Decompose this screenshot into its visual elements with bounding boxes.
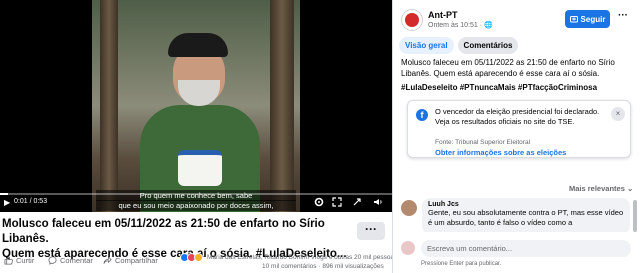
post-details-panel: Ant-PT Ontem às 10:51 · 🌐 Seguir ··· Vis… xyxy=(392,0,640,273)
election-notice: f O vencedor da eleição presidencial foi… xyxy=(407,100,631,158)
star-logo-icon xyxy=(405,13,419,27)
comment-bubble: Luuh Jcs Gente, eu sou absolutamente con… xyxy=(422,198,630,232)
commenter-name[interactable]: Luuh Jcs xyxy=(428,201,624,208)
reaction-names[interactable]: Maria das Estrelas, Ricardo Bonfim Vlogs… xyxy=(207,254,397,261)
facebook-video-viewer: Pro quem me conhece bem, sabe que eu sou… xyxy=(0,0,640,273)
election-notice-text: O vencedor da eleição presidencial foi d… xyxy=(435,107,600,126)
comment-sort-dropdown[interactable]: Mais relevantes ⌄ xyxy=(569,184,633,193)
video-column: Pro quem me conhece bem, sabe que eu sou… xyxy=(0,0,397,273)
page-avatar[interactable] xyxy=(401,9,423,31)
share-label: Compartilhar xyxy=(115,256,158,265)
thumbs-up-icon xyxy=(4,256,13,265)
facebook-icon: f xyxy=(416,109,428,121)
comment-button[interactable]: Comentar xyxy=(48,256,93,265)
election-info-link[interactable]: Obter informações sobre as eleições xyxy=(435,148,566,157)
comments-scrollbar[interactable] xyxy=(633,200,637,232)
post-meta: Ontem às 10:51 · 🌐 xyxy=(428,21,493,29)
share-button[interactable]: Compartilhar xyxy=(103,256,158,265)
page-name[interactable]: Ant-PT xyxy=(428,10,458,20)
comment-hint: Pressione Enter para publicar. xyxy=(421,261,502,267)
follow-icon xyxy=(569,16,578,23)
settings-icon[interactable] xyxy=(314,197,324,210)
volume-icon[interactable] xyxy=(373,197,383,210)
my-avatar xyxy=(401,241,415,255)
close-icon[interactable]: × xyxy=(611,107,625,121)
comment-input[interactable] xyxy=(421,240,631,257)
post-stats[interactable]: 10 mil comentários · 896 mil visualizaçõ… xyxy=(262,263,384,270)
video-subtitle-line2: que eu sou meio apaixonado por doces ass… xyxy=(96,200,296,211)
globe-icon: 🌐 xyxy=(484,22,493,29)
ice-cream-cup xyxy=(178,150,222,186)
comment-icon xyxy=(48,256,57,265)
share-icon xyxy=(103,256,112,264)
panel-more-icon[interactable]: ··· xyxy=(618,10,628,21)
tab-overview[interactable]: Visão geral xyxy=(399,37,454,54)
video-progress-fill xyxy=(0,193,8,195)
tree-trunk-left xyxy=(100,0,118,212)
like-label: Curtir xyxy=(16,256,35,265)
haha-reaction-icon xyxy=(194,253,203,262)
post-caption: Molusco faleceu em 05/11/2022 as 21:50 d… xyxy=(401,58,615,78)
like-button[interactable]: Curtir xyxy=(4,256,34,265)
election-notice-source: Fonte: Tribunal Superior Eleitoral xyxy=(435,139,531,146)
video-player[interactable]: Pro quem me conhece bem, sabe que eu sou… xyxy=(0,0,392,212)
tree-trunk-right xyxy=(270,0,294,212)
comment-item: Luuh Jcs Gente, eu sou absolutamente con… xyxy=(401,198,631,232)
video-progress-bar[interactable] xyxy=(0,193,392,195)
commenter-avatar[interactable] xyxy=(401,200,417,216)
post-hashtags[interactable]: #LulaDeseleito #PTnuncaMais #PTfacçãoCri… xyxy=(401,83,637,92)
reaction-icons[interactable] xyxy=(180,253,203,262)
panel-tabs: Visão geral Comentários xyxy=(399,37,519,54)
post-time[interactable]: Ontem às 10:51 · xyxy=(428,22,484,29)
person-cap xyxy=(168,33,228,57)
more-options-button[interactable]: ··· xyxy=(357,222,385,240)
comment-composer xyxy=(401,240,633,258)
play-icon[interactable]: ▶ xyxy=(4,198,10,207)
expand-icon[interactable] xyxy=(352,197,362,210)
follow-label: Seguir xyxy=(580,14,606,24)
comment-text: Gente, eu sou absolutamente contra o PT,… xyxy=(428,208,624,227)
follow-button[interactable]: Seguir xyxy=(565,10,610,28)
comment-label: Comentar xyxy=(60,256,93,265)
post-actions-bar: Curtir Comentar Compartilhar Maria das E… xyxy=(0,252,397,273)
post-title-line1: Molusco faleceu em 05/11/2022 as 21:50 d… xyxy=(2,218,325,245)
video-time: 0:01 / 0:53 xyxy=(14,198,48,205)
fullscreen-icon[interactable] xyxy=(332,197,342,210)
tab-comments[interactable]: Comentários xyxy=(457,37,519,54)
